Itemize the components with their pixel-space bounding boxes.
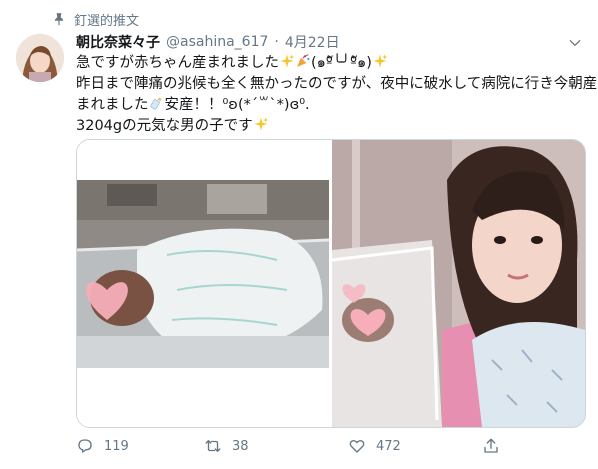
author-handle[interactable]: @asahina_617 [166, 34, 268, 50]
heart-icon [349, 439, 365, 453]
retweet-icon [205, 440, 221, 452]
author-name[interactable]: 朝比奈菜々子 [76, 32, 160, 52]
mother-newborn-photo[interactable] [331, 140, 585, 427]
tweet-header: 朝比奈菜々子 @asahina_617 · 4月22日 [76, 32, 558, 52]
tweet-line-1: 急ですが赤ちゃん産まれました (๑ºั╰╯ºั๑) [76, 53, 586, 74]
tweet-line-4: 3204gの元気な男の子です [76, 116, 586, 137]
party-popper-icon [297, 54, 310, 67]
baby-bottle-icon [149, 97, 162, 110]
avatar[interactable] [16, 34, 64, 82]
tweet-media [76, 139, 586, 428]
like-button[interactable]: 472 [348, 437, 401, 455]
retweet-count: 38 [232, 438, 249, 454]
tweet-line-3: まれました 安産！！⁰ʚ(*´꒳`*)ɞ⁰. [76, 97, 310, 113]
sparkles-icon [373, 54, 388, 68]
tweet-text: 急ですが赤ちゃん産まれました (๑ºั╰╯ºั๑) 昨日まで陣痛の兆候も全く無か… [76, 53, 598, 137]
tweet-date[interactable]: 4月22日 [285, 32, 340, 52]
reply-button[interactable]: 119 [76, 437, 129, 455]
pinned-label: 釘選的推文 [74, 13, 140, 29]
share-button[interactable] [482, 437, 500, 455]
pin-icon [54, 13, 64, 26]
newborn-photo[interactable] [77, 140, 330, 427]
chevron-down-icon[interactable] [568, 36, 582, 50]
tweet-actions: 119 38 472 [76, 434, 584, 458]
share-icon [484, 438, 498, 453]
header-separator: · [274, 34, 279, 50]
reply-icon [78, 439, 92, 453]
retweet-button[interactable]: 38 [204, 437, 249, 455]
sparkles-icon [253, 117, 268, 131]
reply-count: 119 [104, 438, 129, 454]
like-count: 472 [376, 438, 401, 454]
tweet-line-2: 昨日まで陣痛の兆候も全く無かったのですが、夜中に破水して病院に行き今朝産 [76, 76, 598, 92]
pinned-indicator: 釘選的推文 [52, 10, 140, 29]
sparkles-icon [280, 54, 295, 68]
